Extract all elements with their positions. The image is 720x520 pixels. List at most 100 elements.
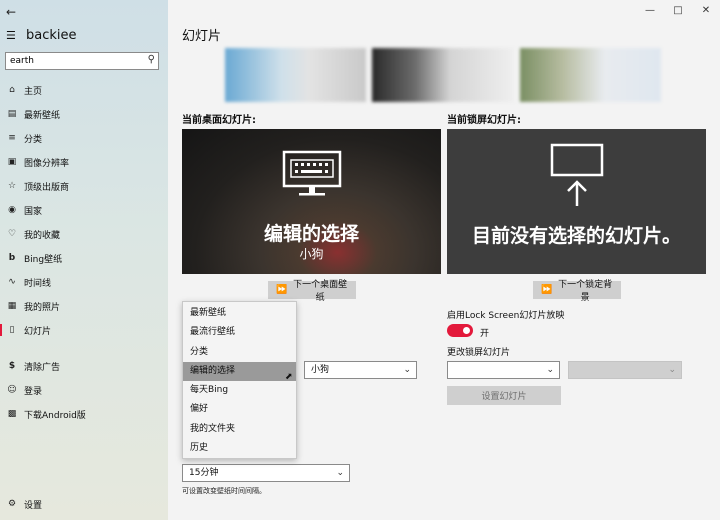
enable-lock-slideshow-label: 启用Lock Screen幻灯片放映 [447, 311, 565, 321]
sidebar-item-remove-ads[interactable]: $ 清除广告 [0, 354, 168, 378]
publisher-icon: ☆ [7, 181, 17, 191]
sidebar-item-label: 主页 [24, 86, 43, 97]
dropdown-option[interactable]: 分类 [183, 343, 296, 362]
sidebar-item-settings[interactable]: ⚙ 设置 [0, 492, 168, 516]
sidebar: ← ☰ backiee ⚲ ⌂ 主页 ▤ 最新壁纸 ≡ 分类 ▣ 图像分辨率 ☆… [0, 0, 168, 520]
select-value: 小狗 [311, 365, 330, 375]
toggle-state-label: 开 [480, 329, 490, 339]
sidebar-item-label: Bing壁纸 [24, 254, 63, 265]
thumbnail-image[interactable] [225, 48, 367, 102]
button-label: 下一个锁定背景 [558, 280, 613, 303]
sidebar-item-label: 顶级出版商 [24, 182, 70, 193]
sidebar-item-favorites[interactable]: ♡ 我的收藏 [0, 222, 168, 246]
next-desktop-wallpaper-button[interactable]: ⏩ 下一个桌面壁纸 [268, 280, 356, 303]
thumbnail-image[interactable] [519, 48, 661, 102]
lock-subcategory-select[interactable]: ⌄ [568, 361, 682, 379]
sidebar-item-label: 最新壁纸 [24, 110, 61, 121]
sidebar-item-label: 下载Android版 [24, 410, 86, 421]
settings-label: 设置 [24, 500, 43, 511]
sidebar-item-home[interactable]: ⌂ 主页 [0, 78, 168, 102]
sidebar-item-categories[interactable]: ≡ 分类 [0, 126, 168, 150]
desktop-preview-title: 编辑的选择 [263, 223, 359, 245]
maximize-icon[interactable]: □ [664, 4, 692, 18]
sidebar-item-slideshow[interactable]: ▯ 幻灯片 [0, 318, 168, 342]
bing-icon: b [8, 253, 16, 263]
slideshow-icon: ▯ [9, 325, 15, 335]
sidebar-item-android[interactable]: ▩ 下载Android版 [0, 402, 168, 426]
lock-slideshow-select[interactable]: ⌄ [447, 361, 560, 379]
chevron-down-icon: ⌄ [403, 365, 411, 375]
search-icon[interactable]: ⚲ [148, 54, 155, 65]
photos-icon: ▦ [7, 301, 17, 311]
settings-row[interactable]: ⚙ 设置 [0, 492, 168, 516]
sidebar-item-countries[interactable]: ◉ 国家 [0, 198, 168, 222]
close-icon[interactable]: ✕ [692, 4, 720, 18]
set-slideshow-button[interactable]: 设置幻灯片 [447, 386, 561, 405]
desktop-slideshow-preview: 编辑的选择 小狗 [182, 129, 441, 274]
app-name: backiee [26, 28, 77, 43]
sidebar-item-label: 我的照片 [24, 302, 61, 313]
resolution-icon: ▣ [7, 157, 17, 167]
fast-forward-icon: ⏩ [276, 285, 288, 295]
lock-slideshow-preview: 目前没有选择的幻灯片。 [447, 129, 706, 274]
mouse-cursor-icon: ⬈ [285, 372, 293, 382]
wallpaper-icon: ▤ [7, 109, 17, 119]
minimize-icon[interactable]: — [636, 4, 664, 18]
search-input[interactable] [6, 53, 136, 69]
dropdown-option[interactable]: 最新壁纸 [183, 304, 296, 323]
chevron-down-icon: ⌄ [336, 468, 344, 478]
dropdown-option[interactable]: 我的文件夹 [183, 420, 296, 439]
dropdown-option-selected[interactable]: 编辑的选择 [183, 361, 296, 382]
heart-icon: ♡ [7, 229, 17, 239]
dollar-icon: $ [8, 361, 16, 371]
dropdown-option[interactable]: 最流行壁纸 [183, 323, 296, 342]
globe-icon: ◉ [8, 205, 16, 215]
hamburger-menu-icon[interactable]: ☰ [6, 29, 18, 42]
wallpaper-thumbnail-strip [225, 48, 661, 102]
lock-section-label: 当前锁屏幻灯片: [447, 115, 521, 126]
select-value: 15分钟 [189, 468, 219, 478]
lock-slideshow-toggle[interactable] [447, 324, 473, 337]
desktop-subcategory-select[interactable]: 小狗 ⌄ [304, 361, 417, 379]
desktop-preview-subtitle: 小狗 [299, 247, 324, 261]
sidebar-item-timeline[interactable]: ∿ 时间线 [0, 270, 168, 294]
lock-preview-title: 目前没有选择的幻灯片。 [471, 225, 681, 247]
sidebar-item-label: 我的收藏 [24, 230, 61, 241]
search-box[interactable]: ⚲ [5, 52, 159, 70]
app-brand: ☰ backiee [6, 28, 77, 43]
desktop-section-label: 当前桌面幻灯片: [182, 115, 256, 126]
monitor-keyboard-icon [282, 150, 342, 196]
home-icon: ⌂ [9, 85, 15, 95]
nav-list: ⌂ 主页 ▤ 最新壁纸 ≡ 分类 ▣ 图像分辨率 ☆ 顶级出版商 ◉ 国家 ♡ … [0, 78, 168, 342]
dropdown-option[interactable]: 历史 [183, 439, 296, 458]
chevron-down-icon: ⌄ [668, 365, 676, 375]
sidebar-item-login[interactable]: ☺ 登录 [0, 378, 168, 402]
next-lock-background-button[interactable]: ⏩ 下一个锁定背景 [533, 280, 621, 303]
dropdown-option[interactable]: 偏好 [183, 400, 296, 419]
sidebar-item-label: 分类 [24, 134, 43, 145]
sidebar-item-publishers[interactable]: ☆ 顶级出版商 [0, 174, 168, 198]
sidebar-item-resolution[interactable]: ▣ 图像分辨率 [0, 150, 168, 174]
dropdown-option[interactable]: 每天Bing [183, 381, 296, 400]
chevron-down-icon: ⌄ [546, 365, 554, 375]
window-controls: — □ ✕ [636, 4, 720, 18]
sidebar-item-latest[interactable]: ▤ 最新壁纸 [0, 102, 168, 126]
user-icon: ☺ [7, 385, 17, 395]
sidebar-item-label: 清除广告 [24, 362, 61, 373]
back-arrow-icon[interactable]: ← [6, 5, 20, 19]
page-title: 幻灯片 [182, 29, 222, 44]
sidebar-item-photos[interactable]: ▦ 我的照片 [0, 294, 168, 318]
gear-icon: ⚙ [7, 499, 17, 509]
android-icon: ▩ [7, 409, 17, 419]
sidebar-item-bing[interactable]: b Bing壁纸 [0, 246, 168, 270]
fast-forward-icon: ⏩ [541, 285, 553, 295]
slideshow-source-dropdown: 最新壁纸 最流行壁纸 分类 编辑的选择 每天Bing 偏好 我的文件夹 历史 [182, 301, 297, 459]
thumbnail-image[interactable] [372, 48, 514, 102]
list-icon: ≡ [8, 133, 16, 143]
change-lock-slideshow-label: 更改锁屏幻灯片 [447, 348, 511, 358]
sidebar-item-label: 图像分辨率 [24, 158, 70, 169]
sidebar-item-label: 登录 [24, 386, 43, 397]
interval-select[interactable]: 15分钟 ⌄ [182, 464, 350, 482]
sidebar-item-label: 幻灯片 [24, 326, 52, 337]
sidebar-item-label: 国家 [24, 206, 43, 217]
